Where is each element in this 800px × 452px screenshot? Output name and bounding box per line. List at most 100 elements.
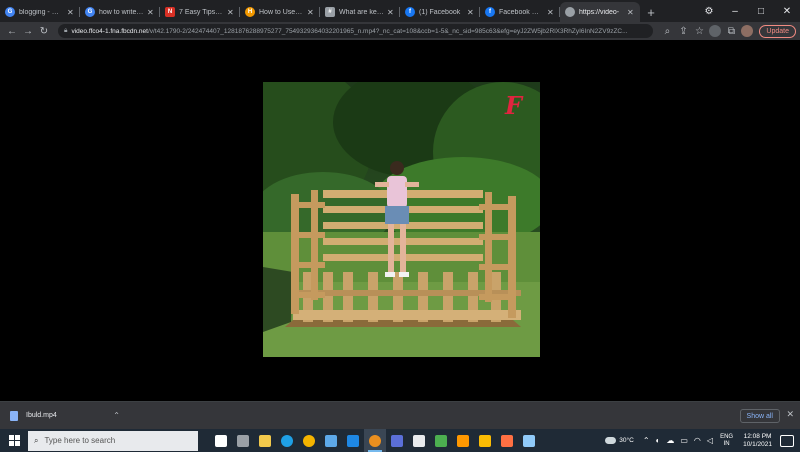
extensions-puzzle-icon[interactable]: ⧉ xyxy=(723,23,739,39)
app-13-icon xyxy=(479,434,491,447)
favicon-icon: # xyxy=(325,7,335,17)
address-bar[interactable]: 🔒︎ video.ffco4-1.fna.fbcdn.net /v/t42.17… xyxy=(58,24,654,38)
taskbar-app-task-view[interactable] xyxy=(210,429,232,452)
taskbar-app-app-15[interactable] xyxy=(518,429,540,452)
weather-temperature: 30°C xyxy=(619,437,634,444)
zoom-icon[interactable]: ⌕ xyxy=(659,23,675,39)
taskbar-app-app-12[interactable] xyxy=(452,429,474,452)
video-frame: F xyxy=(263,82,540,357)
favicon-icon: H xyxy=(245,7,255,17)
taskbar-apps xyxy=(210,429,540,452)
browser-tab[interactable]: f (1) Facebook ✕ xyxy=(400,2,480,22)
notification-icon[interactable] xyxy=(780,434,794,447)
browser-tab[interactable]: Ghow to write a g ✕ xyxy=(80,2,160,22)
file-explorer-icon xyxy=(259,434,271,447)
extension-icon[interactable] xyxy=(709,25,722,37)
new-tab-button[interactable]: + xyxy=(640,2,662,22)
close-tab-icon[interactable]: ✕ xyxy=(307,8,315,17)
maximize-button[interactable]: □ xyxy=(748,6,774,17)
taskbar-app-store[interactable] xyxy=(320,429,342,452)
system-tray: 30°C ⌃ ◐ ☁ ▭ ◠ ◁ ENG IN 12:08 PM 10/1/20… xyxy=(605,429,800,452)
chevron-up-icon[interactable]: ⌃ xyxy=(643,436,650,445)
close-tab-icon[interactable]: ✕ xyxy=(67,8,75,17)
store-icon xyxy=(325,434,337,447)
taskbar-app-paint[interactable] xyxy=(430,429,452,452)
favicon-icon: G xyxy=(85,7,95,17)
file-icon xyxy=(10,410,18,421)
volume-icon[interactable]: ◁ xyxy=(707,436,713,445)
taskbar-app-vscode[interactable] xyxy=(342,429,364,452)
tab-title: blogging - Goog xyxy=(19,8,64,16)
battery-icon[interactable]: ▭ xyxy=(680,436,688,445)
wifi-icon[interactable]: ◠ xyxy=(694,436,701,445)
taskbar-app-widgets[interactable] xyxy=(232,429,254,452)
show-all-button[interactable]: Show all xyxy=(739,409,780,423)
url-host: video.ffco4-1.fna.fbcdn.net xyxy=(71,27,148,35)
cloud-icon xyxy=(605,437,617,444)
browser-tab[interactable]: Gblogging - Goog ✕ xyxy=(0,2,80,22)
tab-title: https://video- xyxy=(579,8,620,16)
tab-title: (1) Facebook xyxy=(419,8,461,16)
minimize-button[interactable]: – xyxy=(722,6,748,17)
favicon-icon: G xyxy=(5,7,15,17)
close-tab-icon[interactable]: ✕ xyxy=(547,8,555,17)
teams-icon xyxy=(391,434,403,447)
taskbar-app-app-13[interactable] xyxy=(474,429,496,452)
taskbar-app-app-14[interactable] xyxy=(496,429,518,452)
profile-avatar[interactable] xyxy=(741,25,754,37)
chrome-active-icon xyxy=(369,434,381,447)
download-item[interactable]: Ibuld.mp4 ⌃ xyxy=(0,410,120,421)
clock[interactable]: 12:08 PM 10/1/2021 xyxy=(743,433,772,449)
chevron-up-icon[interactable]: ⌃ xyxy=(113,411,120,420)
windows-logo-icon xyxy=(8,435,20,446)
clock-date: 10/1/2021 xyxy=(743,440,772,448)
app-14-icon xyxy=(501,434,513,447)
share-icon[interactable]: ⇪ xyxy=(675,23,691,39)
taskbar-app-edge[interactable] xyxy=(276,429,298,452)
close-window-button[interactable]: ✕ xyxy=(774,6,800,17)
tab-title: Facebook Watch xyxy=(499,8,544,16)
browser-toolbar: ← → ↻ 🔒︎ video.ffco4-1.fna.fbcdn.net /v/… xyxy=(0,22,800,40)
download-shelf: Ibuld.mp4 ⌃ Show all ✕ xyxy=(0,401,800,429)
region-code: IN xyxy=(723,440,730,447)
language-indicator[interactable]: ENG IN xyxy=(720,434,733,448)
clock-time: 12:08 PM xyxy=(743,432,772,440)
browser-tab[interactable]: https://video- ✕ xyxy=(560,2,640,22)
video-player[interactable]: F xyxy=(263,82,540,357)
browser-tab[interactable]: H How to Use Keyw✕ xyxy=(240,2,320,22)
back-arrow-icon[interactable]: ← xyxy=(4,23,20,39)
taskbar-app-chrome[interactable] xyxy=(298,429,320,452)
close-tab-icon[interactable]: ✕ xyxy=(227,8,235,17)
tab-title: 7 Easy Tips for E xyxy=(179,8,224,16)
lock-icon: 🔒︎ xyxy=(64,27,68,34)
close-shelf-icon[interactable]: ✕ xyxy=(786,409,794,420)
weather-widget[interactable]: 30°C xyxy=(605,437,634,444)
update-button[interactable]: Update xyxy=(759,24,796,38)
close-tab-icon[interactable]: ✕ xyxy=(387,8,395,17)
tab-list: Gblogging - Goog ✕ Ghow to write a g ✕ N 7 Ea… xyxy=(0,2,640,22)
tab-title: How to Use Keyw xyxy=(259,8,304,16)
close-tab-icon[interactable]: ✕ xyxy=(147,8,155,17)
close-tab-icon[interactable]: ✕ xyxy=(467,8,475,17)
tab-title: how to write a g xyxy=(99,8,144,16)
app-12-icon xyxy=(457,434,469,447)
tab-strip: Gblogging - Goog ✕ Ghow to write a g ✕ N 7 Ea… xyxy=(0,0,800,22)
taskbar-app-file-explorer[interactable] xyxy=(254,429,276,452)
start-button[interactable] xyxy=(0,429,28,452)
forward-arrow-icon[interactable]: → xyxy=(20,23,36,39)
taskbar-search[interactable]: ⌕ Type here to search xyxy=(28,430,198,451)
network-icon[interactable]: ◐ xyxy=(656,436,661,445)
taskbar-app-teams[interactable] xyxy=(386,429,408,452)
edge-icon xyxy=(281,434,293,447)
reload-icon[interactable]: ↻ xyxy=(36,23,52,39)
browser-tab[interactable]: # What are keywo✕ xyxy=(320,2,400,22)
browser-tab[interactable]: N 7 Easy Tips for E✕ xyxy=(160,2,240,22)
bookmark-star-icon[interactable]: ☆ xyxy=(691,23,707,39)
close-tab-icon[interactable]: ✕ xyxy=(627,8,635,17)
url-path: /v/t42.1790-2/242474407_1281876288975277… xyxy=(147,27,628,35)
taskbar-app-app-10[interactable] xyxy=(408,429,430,452)
taskbar-app-chrome-active[interactable] xyxy=(364,429,386,452)
cloud-sync-icon[interactable]: ☁ xyxy=(666,436,674,445)
settings-icon[interactable]: ⚙ xyxy=(696,6,722,17)
browser-tab[interactable]: f Facebook Watch✕ xyxy=(480,2,560,22)
